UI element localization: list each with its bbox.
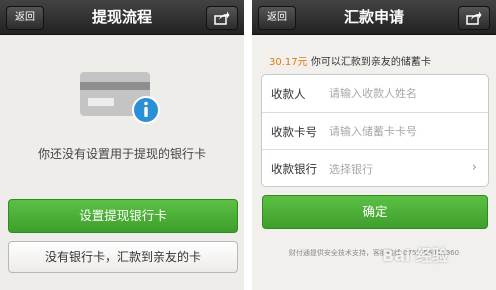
watermark-logo: Bai 经验 <box>382 246 449 265</box>
available-amount-line: 30.17元 你可以汇款到亲友的储蓄卡 <box>269 53 431 68</box>
share-icon <box>466 11 482 25</box>
card-number-input[interactable] <box>329 119 469 143</box>
card-number-label: 收款卡号 <box>271 125 317 139</box>
no-bank-card-message: 你还没有设置用于提现的银行卡 <box>37 147 206 161</box>
payee-name-row: 收款人 <box>262 75 488 112</box>
share-icon <box>214 11 230 25</box>
available-amount: 30.17元 <box>269 57 308 68</box>
bank-select-label: 收款银行 <box>271 162 317 176</box>
navigation-bar: 返回 提现流程 <box>0 0 244 35</box>
security-support-note: 财付通提供安全技术支持，客服热线 0755-86013860 <box>288 249 460 257</box>
chevron-right-icon: › <box>471 160 477 175</box>
withdraw-flow-screen: 返回 提现流程 你还没有设置用于提现的银行卡 设置提现银行卡 没有银行卡，汇款到… <box>0 0 244 290</box>
bank-select-value[interactable]: 选择银行 <box>329 161 373 177</box>
payee-name-input[interactable] <box>329 81 469 105</box>
payee-name-label: 收款人 <box>271 87 306 101</box>
share-button[interactable] <box>206 6 238 30</box>
bank-card-icon <box>80 72 160 124</box>
navigation-bar: 返回 汇款申请 <box>252 0 496 35</box>
share-button[interactable] <box>458 6 490 30</box>
set-withdraw-card-button[interactable]: 设置提现银行卡 <box>8 199 238 233</box>
confirm-button[interactable]: 确定 <box>262 195 488 229</box>
card-number-row: 收款卡号 <box>262 112 488 150</box>
remit-to-friend-card-button[interactable]: 没有银行卡，汇款到亲友的卡 <box>8 241 238 273</box>
remittance-request-screen: 返回 汇款申请 30.17元 你可以汇款到亲友的储蓄卡 收款人 收款卡号 收款银… <box>252 0 496 290</box>
remittance-form: 收款人 收款卡号 收款银行 选择银行 › <box>261 74 489 187</box>
available-amount-text: 你可以汇款到亲友的储蓄卡 <box>307 57 431 68</box>
bank-select-row[interactable]: 收款银行 选择银行 › <box>262 149 488 187</box>
info-icon <box>132 96 160 124</box>
